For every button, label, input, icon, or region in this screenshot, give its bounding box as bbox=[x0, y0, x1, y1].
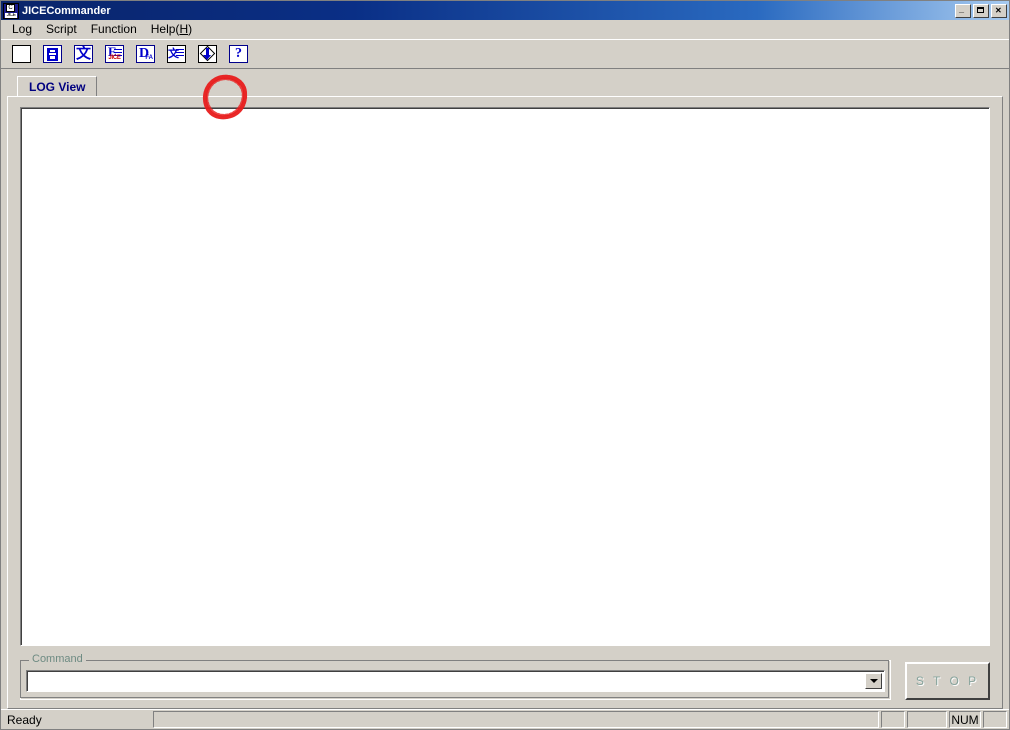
toolbar: 文 E JICE D FA 文 ? bbox=[1, 39, 1009, 120]
menu-item-help-mnemonic: H bbox=[179, 21, 189, 36]
floppy-save-icon bbox=[43, 45, 62, 63]
tab-strip: LOG View bbox=[7, 75, 1003, 96]
script-run-button[interactable]: 文 bbox=[71, 42, 96, 66]
dfa-button[interactable]: D FA bbox=[133, 42, 158, 66]
command-combobox[interactable] bbox=[26, 670, 885, 692]
list-script-button[interactable]: 文 bbox=[164, 42, 189, 66]
maximize-button[interactable] bbox=[973, 3, 989, 18]
status-pane-num: NUM bbox=[949, 711, 981, 728]
new-log-button[interactable] bbox=[9, 42, 34, 66]
kanji-list-icon: 文 bbox=[167, 45, 186, 63]
question-mark-icon: ? bbox=[229, 45, 248, 63]
status-pane-empty-4 bbox=[983, 711, 1007, 728]
log-view-textarea[interactable] bbox=[20, 107, 990, 646]
jice-log-button[interactable]: E JICE bbox=[102, 42, 127, 66]
command-group-label: Command bbox=[29, 653, 86, 665]
menu-item-help-suffix: ) bbox=[188, 21, 193, 36]
menu-item-log[interactable]: Log bbox=[5, 20, 39, 39]
jice-log-icon: E JICE bbox=[105, 45, 124, 63]
d-fa-icon: D FA bbox=[136, 45, 155, 63]
command-row: Command S T O P bbox=[20, 653, 990, 702]
caption-buttons bbox=[955, 3, 1007, 18]
client-area: LOG View Command S T O P bbox=[1, 69, 1009, 709]
help-button[interactable]: ? bbox=[226, 42, 251, 66]
app-icon-jice: C JICE bbox=[3, 2, 19, 19]
blank-document-icon bbox=[12, 45, 31, 63]
menu-item-function[interactable]: Function bbox=[84, 20, 144, 39]
window-title: JICECommander bbox=[22, 4, 111, 17]
tab-page-log-view: Command S T O P bbox=[7, 96, 1003, 709]
menu-item-help-label: Help( bbox=[150, 21, 180, 36]
command-input[interactable] bbox=[27, 671, 865, 691]
menu-item-script[interactable]: Script bbox=[39, 20, 84, 39]
save-log-button[interactable] bbox=[40, 42, 65, 66]
command-group-box: Command bbox=[20, 653, 891, 700]
application-window: C JICE JICECommander Log Script Function… bbox=[0, 0, 1010, 730]
status-message: Ready bbox=[7, 712, 42, 727]
status-pane-empty-2 bbox=[881, 711, 905, 728]
close-button[interactable] bbox=[991, 3, 1007, 18]
tab-log-view-label: LOG View bbox=[29, 79, 86, 94]
title-bar: C JICE JICECommander bbox=[1, 1, 1009, 20]
minimize-button[interactable] bbox=[955, 3, 971, 18]
kanji-script-icon: 文 bbox=[74, 45, 93, 63]
menu-bar: Log Script Function Help(H) bbox=[1, 20, 1009, 39]
status-pane-empty-3 bbox=[907, 711, 947, 728]
status-bar: Ready NUM bbox=[1, 709, 1009, 729]
chevron-down-icon[interactable] bbox=[865, 673, 882, 689]
menu-item-help[interactable]: Help(H) bbox=[144, 20, 199, 39]
stop-button[interactable]: S T O P bbox=[905, 662, 990, 700]
tab-log-view[interactable]: LOG View bbox=[17, 76, 98, 96]
diamond-down-arrow-icon bbox=[198, 45, 217, 63]
download-button[interactable] bbox=[195, 42, 220, 66]
status-pane-empty-1 bbox=[153, 711, 879, 728]
